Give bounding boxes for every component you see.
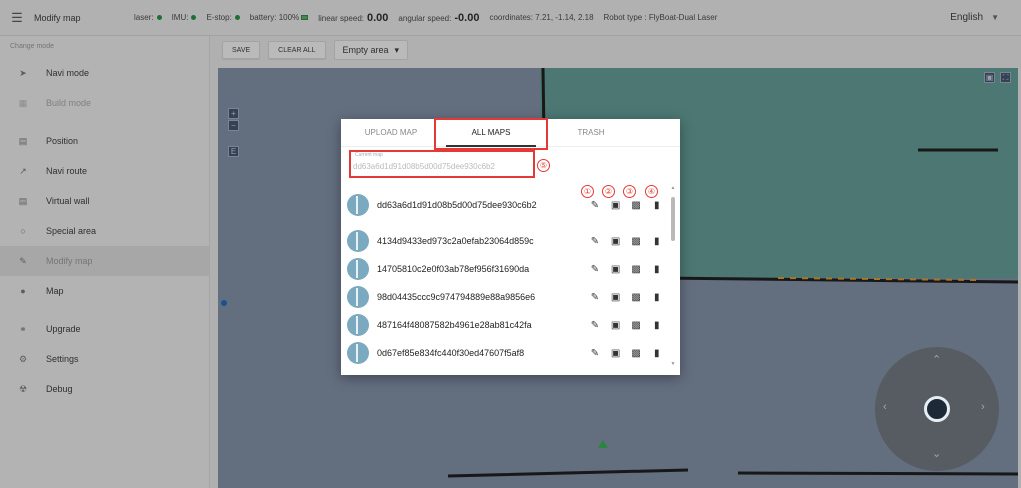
select-icon[interactable]: ▣ [605, 320, 626, 331]
delete-icon[interactable]: ▮ [646, 200, 667, 211]
arrow-up-icon: ⌃ [932, 354, 942, 366]
map-manager-dialog: UPLOAD MAP ALL MAPS TRASH Current map dd… [341, 118, 680, 375]
save-icon[interactable]: ▩ [626, 200, 647, 211]
map-thumbnail [347, 342, 369, 364]
map-name: 98d04435ccc9c974794889e88a9856e6 [377, 292, 536, 302]
map-name: 14705810c2e0f03ab78ef956f31690da [377, 264, 530, 274]
map-thumbnail [347, 286, 369, 308]
edit-icon[interactable]: ✎ [585, 292, 606, 303]
map-thumbnail [347, 258, 369, 280]
map-thumbnail [347, 230, 369, 252]
delete-icon[interactable]: ▮ [646, 292, 667, 303]
map-thumbnail [347, 194, 369, 216]
delete-icon[interactable]: ▮ [646, 348, 667, 359]
edit-icon[interactable]: ✎ [585, 348, 606, 359]
scroll-thumb[interactable] [671, 197, 675, 241]
joystick-icon[interactable] [924, 396, 950, 422]
select-icon[interactable]: ▣ [605, 200, 626, 211]
select-icon[interactable]: ▣ [605, 236, 626, 247]
map-list-item[interactable]: 14705810c2e0f03ab78ef956f31690da ✎ ▣ ▩ ▮ [347, 255, 667, 283]
delete-icon[interactable]: ▮ [646, 264, 667, 275]
edit-icon[interactable]: ✎ [585, 236, 606, 247]
save-icon[interactable]: ▩ [626, 236, 647, 247]
map-thumbnail [347, 314, 369, 336]
tab-trash[interactable]: TRASH [541, 119, 641, 146]
map-name: 487164f48087582b4961e28ab81c42fa [377, 320, 532, 330]
select-icon[interactable]: ▣ [605, 348, 626, 359]
annotation-5: ⑤ [537, 159, 550, 172]
save-icon[interactable]: ▩ [626, 320, 647, 331]
edit-icon[interactable]: ✎ [585, 320, 606, 331]
map-list-item[interactable]: dd63a6d1d91d08b5d00d75dee930c6b2 ✎ ▣ ▩ ▮ [347, 191, 667, 219]
arrow-down-icon: ⌄ [932, 448, 942, 460]
select-icon[interactable]: ▣ [605, 264, 626, 275]
map-name: 4134d9433ed973c2a0efab23064d859c [377, 236, 534, 246]
delete-icon[interactable]: ▮ [646, 236, 667, 247]
arrow-right-icon: › [981, 401, 985, 413]
edit-icon[interactable]: ✎ [585, 200, 606, 211]
select-icon[interactable]: ▣ [605, 292, 626, 303]
map-name: dd63a6d1d91d08b5d00d75dee930c6b2 [377, 200, 537, 210]
scroll-down-icon[interactable]: ▼ [670, 361, 676, 367]
edit-icon[interactable]: ✎ [585, 264, 606, 275]
map-list-scrollbar[interactable]: ▲ ▼ [670, 185, 676, 371]
map-list-item[interactable]: 98d04435ccc9c974794889e88a9856e6 ✎ ▣ ▩ ▮ [347, 283, 667, 311]
highlight-all-maps [434, 118, 548, 150]
map-list-item[interactable]: 487164f48087582b4961e28ab81c42fa ✎ ▣ ▩ ▮ [347, 311, 667, 339]
save-icon[interactable]: ▩ [626, 348, 647, 359]
joystick[interactable]: ⌃ ⌄ ‹ › [875, 347, 999, 471]
save-icon[interactable]: ▩ [626, 264, 647, 275]
map-list-item[interactable]: 4134d9433ed973c2a0efab23064d859c ✎ ▣ ▩ ▮ [347, 227, 667, 255]
map-name: 0d67ef85e834fc440f30ed47607f5af8 [377, 348, 525, 358]
arrow-left-icon: ‹ [883, 401, 887, 413]
scroll-up-icon[interactable]: ▲ [670, 185, 676, 191]
tab-upload-map[interactable]: UPLOAD MAP [341, 119, 441, 146]
delete-icon[interactable]: ▮ [646, 320, 667, 331]
map-list-item[interactable]: 0d67ef85e834fc440f30ed47607f5af8 ✎ ▣ ▩ ▮ [347, 339, 667, 367]
save-icon[interactable]: ▩ [626, 292, 647, 303]
highlight-current-map [349, 150, 535, 178]
